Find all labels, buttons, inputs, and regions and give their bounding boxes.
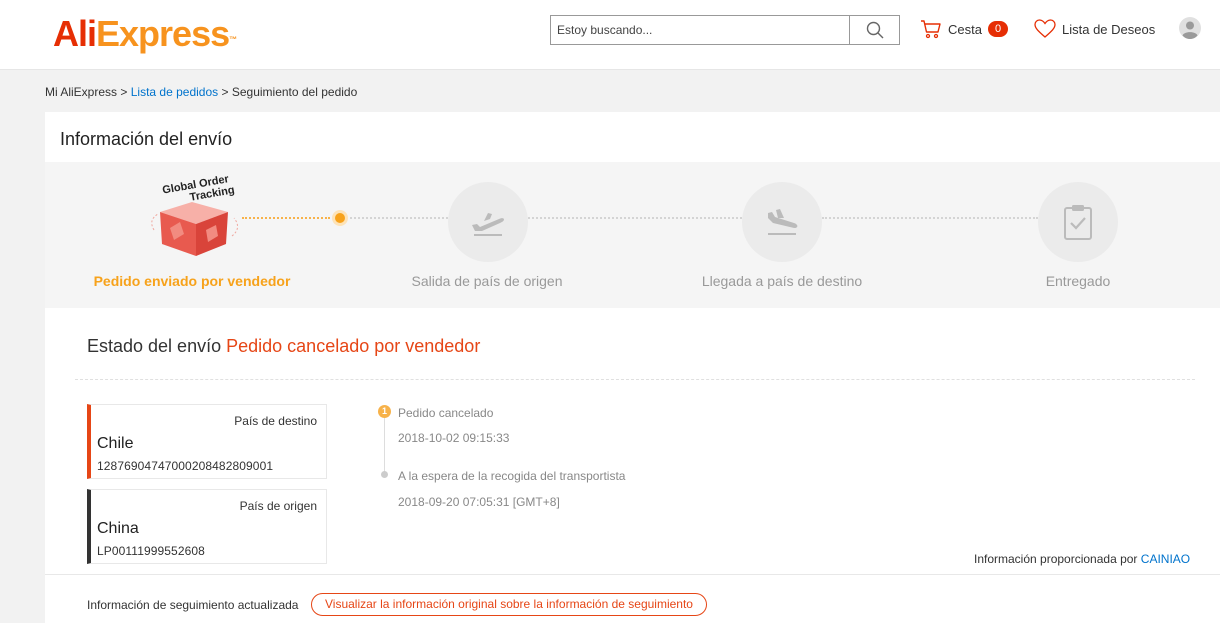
shipping-info-card: Información del envío Global Order Track… [45, 112, 1220, 623]
search-button[interactable] [849, 16, 899, 44]
step-label-shipped: Pedido enviado por vendedor [93, 273, 291, 289]
cart-icon [921, 20, 941, 39]
destination-tracking-number: 1287690474700020848280900​1 [97, 459, 274, 473]
provider-link[interactable]: CAINIAO [1141, 552, 1190, 566]
progress-dots [350, 217, 448, 219]
breadcrumb-order-list[interactable]: Lista de pedidos [131, 85, 218, 99]
timeline-event: Pedido cancelado [398, 406, 494, 420]
tracking-updated-label: Información de seguimiento actualizada [87, 598, 299, 612]
search-icon [866, 21, 883, 39]
status-value: Pedido cancelado por vendedor [226, 336, 481, 356]
step-label-arrival: Llegada a país de destino [701, 273, 863, 289]
view-original-tracking-button[interactable]: Visualizar la información original sobre… [311, 593, 707, 616]
timeline-marker [381, 471, 388, 478]
current-step-dot [332, 210, 348, 226]
heart-icon [1034, 19, 1056, 38]
wishlist-link[interactable]: Lista de Deseos [1034, 19, 1155, 39]
shipment-status: Estado del envío Pedido cancelado por ve… [87, 336, 480, 357]
origin-tracking-number: LP00111999552608 [97, 544, 205, 558]
aliexpress-logo[interactable]: AliExpress™ [53, 14, 237, 54]
progress-dots [822, 217, 1038, 219]
plane-landing-icon [768, 209, 798, 235]
tracking-progress: Global Order Tracking Pedido enviado por… [45, 162, 1220, 308]
cart-link[interactable]: Cesta 0 [920, 19, 1009, 39]
timeline-time: 2018-09-20 07:05:31 [GMT+8] [398, 495, 560, 509]
timeline-event: A la espera de la recogida del transport… [398, 469, 626, 483]
step-delivered-circle [1038, 182, 1118, 262]
status-label: Estado del envío [87, 336, 222, 356]
global-order-tracking-box-icon: Global Order Tracking [151, 173, 238, 256]
destination-country: Chile [97, 435, 134, 452]
user-avatar-icon[interactable] [1179, 17, 1201, 39]
destination-country-card: País de destino Chile 128769047470002084… [87, 404, 327, 479]
breadcrumb-my-aliexpress[interactable]: Mi AliExpress [45, 85, 117, 99]
cart-label: Cesta [948, 21, 982, 37]
step-departure-circle [448, 182, 528, 262]
search-bar [550, 15, 900, 45]
timeline-latest-marker: 1 [378, 405, 391, 418]
timeline-line [384, 414, 385, 474]
step-label-departure: Salida de país de origen [411, 273, 563, 289]
cart-count-badge: 0 [987, 21, 1009, 37]
origin-country: China [97, 520, 139, 537]
search-input[interactable] [551, 16, 849, 44]
header: AliExpress™ Cesta 0 Lista de Deseos [0, 0, 1220, 70]
wishlist-label: Lista de Deseos [1062, 21, 1156, 37]
divider [45, 574, 1220, 575]
timeline-time: 2018-10-02 09:15:33 [398, 431, 510, 445]
data-provider: Información proporcionada por CAINIAO [974, 552, 1191, 566]
origin-country-card: País de origen China LP00111999552608 [87, 489, 327, 564]
origin-type-label: País de origen [239, 499, 317, 513]
divider [75, 379, 1195, 380]
plane-takeoff-icon [472, 213, 504, 236]
step-label-delivered: Entregado [1045, 273, 1111, 289]
page-title: Información del envío [60, 129, 233, 149]
destination-type-label: País de destino [234, 414, 317, 428]
breadcrumb-current: Seguimiento del pedido [231, 85, 358, 99]
progress-dots-completed [242, 217, 330, 219]
breadcrumb: Mi AliExpress > Lista de pedidos > Segui… [45, 85, 358, 99]
step-arrival-circle [742, 182, 822, 262]
progress-dots [528, 217, 742, 219]
clipboard-check-icon [1064, 205, 1092, 240]
